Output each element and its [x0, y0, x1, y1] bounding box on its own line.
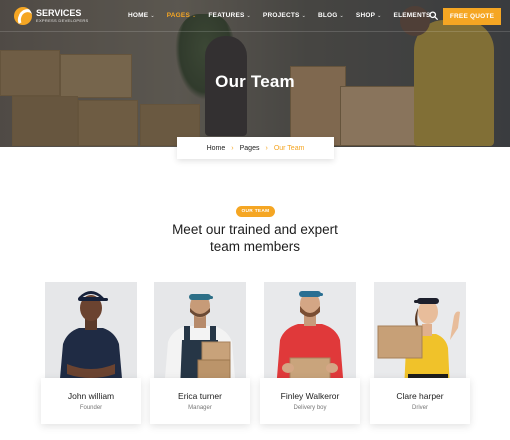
- team-member-role: Manager: [188, 405, 212, 411]
- breadcrumb-current: Our Team: [273, 144, 305, 152]
- nav-label: HOME: [128, 12, 149, 19]
- free-quote-button[interactable]: FREE QUOTE: [443, 8, 501, 25]
- team-card-info: Finley Walkeror Delivery boy: [260, 378, 360, 424]
- team-card[interactable]: John william Founder: [41, 282, 141, 425]
- team-member-name[interactable]: Clare harper: [370, 391, 470, 401]
- menu: HOME ⌄ PAGES ⌄ FEATURES ⌄ PROJECTS ⌄ BLOG ⌄ S…: [128, 12, 449, 19]
- team-card[interactable]: Clare harper Driver: [370, 282, 470, 425]
- nav-item-blog[interactable]: BLOG ⌄: [318, 12, 344, 19]
- chevron-down-icon: ⌄: [339, 13, 344, 19]
- team-member-photo: [374, 282, 466, 390]
- team-member-role: Founder: [79, 405, 103, 411]
- section-heading: Meet our trained and expert: [172, 222, 338, 237]
- team-member-photo: [154, 282, 246, 390]
- nav-label: SHOP: [355, 12, 376, 19]
- breadcrumb-home[interactable]: Home: [207, 145, 226, 152]
- main-navigation: SERVICES EXPRESS DEVELOPERS HOME ⌄ PAGES ⌄…: [0, 0, 510, 32]
- nav-item-pages[interactable]: PAGES ⌄: [167, 12, 197, 19]
- team-member-name[interactable]: John william: [41, 391, 141, 401]
- nav-label: FEATURES: [208, 12, 245, 19]
- chevron-down-icon: ⌄: [377, 13, 382, 19]
- team-member-photo: [45, 282, 137, 390]
- nav-item-projects[interactable]: PROJECTS ⌄: [263, 12, 306, 19]
- nav-item-shop[interactable]: SHOP ⌄: [356, 12, 382, 19]
- logo-icon: [14, 7, 32, 25]
- team-member-photo: [264, 282, 356, 390]
- nav-label: BLOG: [317, 12, 338, 19]
- team-card-info: Clare harper Driver: [370, 378, 470, 424]
- nav-item-home[interactable]: HOME ⌄: [128, 12, 155, 19]
- section-heading: team members: [209, 239, 301, 254]
- page-title: Our Team: [215, 72, 295, 91]
- chevron-down-icon: ⌄: [246, 13, 251, 19]
- chevron-down-icon: ⌄: [150, 13, 155, 19]
- logo-text: SERVICES EXPRESS DEVELOPERS: [36, 8, 89, 24]
- chevron-down-icon: ⌄: [191, 13, 197, 19]
- breadcrumb-pages[interactable]: Pages: [240, 145, 260, 152]
- nav-label: PAGES: [166, 12, 190, 19]
- chevron-right-icon: ›: [265, 144, 268, 152]
- logo[interactable]: SERVICES EXPRESS DEVELOPERS: [14, 7, 89, 25]
- team-card-info: John william Founder: [41, 378, 141, 424]
- team-member-role: Delivery boy: [293, 405, 327, 411]
- team-card-info: Erica turner Manager: [150, 378, 250, 424]
- breadcrumb: Home › Pages › Our Team: [177, 137, 334, 159]
- team-member-name[interactable]: Erica turner: [150, 391, 250, 401]
- nav-item-features[interactable]: FEATURES ⌄: [208, 12, 251, 19]
- team-member-role: Driver: [412, 405, 428, 411]
- brand-name: SERVICES: [36, 8, 82, 18]
- search-icon[interactable]: [429, 11, 438, 20]
- chevron-right-icon: ›: [231, 144, 234, 152]
- chevron-down-icon: ⌄: [301, 13, 306, 19]
- team-card[interactable]: Finley Walkeror Delivery boy: [260, 282, 360, 425]
- brand-tagline: EXPRESS DEVELOPERS: [36, 18, 89, 23]
- nav-label: PROJECTS: [262, 12, 300, 19]
- nav-label: ELEMENTS: [393, 12, 431, 19]
- team-card[interactable]: Erica turner Manager: [150, 282, 250, 425]
- team-member-name[interactable]: Finley Walkeror: [260, 391, 360, 401]
- section-badge: OUR TEAM: [236, 206, 275, 217]
